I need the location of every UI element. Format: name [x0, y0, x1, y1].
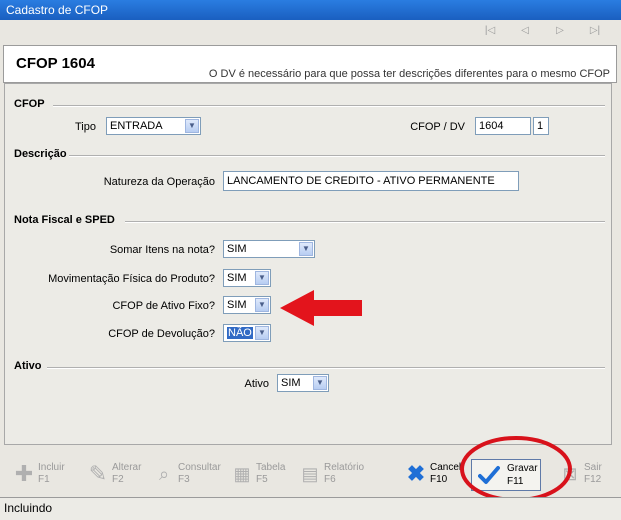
tabela-label: Tabela — [256, 462, 286, 473]
section-nota-fiscal: Nota Fiscal e SPED — [14, 214, 115, 226]
header-panel: CFOP 1604 O DV é necessário para que pos… — [3, 45, 617, 83]
section-cfop: CFOP — [14, 98, 45, 110]
tipo-value: ENTRADA — [110, 120, 163, 132]
cfop-window: Cadastro de CFOP |◁ ◁ ▷ ▷| CFOP 1604 O D… — [0, 0, 621, 520]
tipo-select[interactable]: ENTRADA ▼ — [106, 117, 201, 135]
natureza-label: Natureza da Operação — [103, 176, 215, 188]
relatorio-button[interactable]: ▤ Relatório F6 — [298, 458, 370, 492]
dv-input[interactable]: 1 — [533, 117, 549, 135]
arrow-shape — [280, 290, 362, 326]
tabela-shortcut: F5 — [256, 474, 268, 485]
consultar-shortcut: F3 — [178, 474, 190, 485]
ativo-fixo-select[interactable]: SIM ▼ — [223, 296, 271, 314]
chevron-down-icon[interactable]: ▼ — [299, 242, 313, 256]
sair-label: Sair — [584, 462, 602, 473]
sair-shortcut: F12 — [584, 474, 602, 485]
alterar-shortcut: F2 — [112, 474, 124, 485]
incluir-button[interactable]: ✚ Incluir F1 — [12, 458, 82, 492]
red-circle-annotation — [460, 436, 572, 502]
alterar-button[interactable]: ✎ Alterar F2 — [86, 458, 152, 492]
devolucao-select[interactable]: NÃO ▼ — [223, 324, 271, 342]
search-icon: ⌕ — [158, 464, 170, 484]
plus-icon: ✚ — [14, 461, 34, 486]
table-icon: ▦ — [233, 464, 251, 484]
page-title: CFOP 1604 — [16, 55, 95, 72]
relatorio-shortcut: F6 — [324, 474, 336, 485]
dv-hint: O DV é necessário para que possa ter des… — [208, 68, 610, 80]
next-record-button[interactable]: ▷ — [553, 25, 567, 37]
somar-itens-select[interactable]: SIM ▼ — [223, 240, 315, 258]
ativo-select[interactable]: SIM ▼ — [277, 374, 329, 392]
tabela-button[interactable]: ▦ Tabela F5 — [230, 458, 292, 492]
movimentacao-select[interactable]: SIM ▼ — [223, 269, 271, 287]
devolucao-value: NÃO — [227, 327, 253, 339]
consultar-button[interactable]: ⌕ Consultar F3 — [152, 458, 222, 492]
last-record-button[interactable]: ▷| — [588, 25, 602, 37]
record-navigator: |◁ ◁ ▷ ▷| — [0, 20, 621, 44]
red-arrow-annotation — [280, 290, 362, 326]
cancelar-shortcut: F10 — [430, 474, 448, 485]
somar-itens-value: SIM — [227, 243, 247, 255]
cfop-dv-label: CFOP / DV — [410, 121, 465, 133]
alterar-label: Alterar — [112, 462, 142, 473]
divider — [53, 105, 605, 107]
cancel-x-icon: ✖ — [406, 461, 426, 486]
previous-record-button[interactable]: ◁ — [518, 25, 532, 37]
status-bar: Incluindo — [0, 497, 621, 520]
chevron-down-icon[interactable]: ▼ — [255, 298, 269, 312]
ativo-value: SIM — [281, 377, 301, 389]
ativo-fixo-label: CFOP de Ativo Fixo? — [112, 300, 215, 312]
devolucao-label: CFOP de Devolução? — [108, 328, 215, 340]
circle-shape — [460, 436, 572, 502]
divider — [125, 221, 605, 223]
tipo-label: Tipo — [75, 121, 96, 133]
section-ativo: Ativo — [14, 360, 42, 372]
somar-itens-label: Somar Itens na nota? — [109, 244, 215, 256]
cancelar-button[interactable]: ✖ Cancel F10 — [404, 458, 466, 492]
chevron-down-icon[interactable]: ▼ — [255, 271, 269, 285]
chevron-down-icon[interactable]: ▼ — [185, 119, 199, 133]
window-title: Cadastro de CFOP — [6, 3, 109, 17]
cancelar-label: Cancel — [430, 462, 462, 473]
natureza-input[interactable]: LANCAMENTO DE CREDITO - ATIVO PERMANENTE — [223, 171, 519, 191]
form-panel: CFOP Tipo ENTRADA ▼ CFOP / DV 1604 1 Des… — [4, 83, 612, 445]
consultar-label: Consultar — [178, 462, 221, 473]
divider — [47, 367, 605, 369]
title-bar: Cadastro de CFOP — [0, 0, 621, 20]
chevron-down-icon[interactable]: ▼ — [313, 376, 327, 390]
status-text: Incluindo — [4, 501, 53, 515]
section-descricao: Descrição — [14, 148, 67, 160]
ativo-label: Ativo — [244, 378, 269, 390]
movimentacao-value: SIM — [227, 272, 247, 284]
cfop-input[interactable]: 1604 — [475, 117, 531, 135]
divider — [69, 155, 605, 157]
incluir-shortcut: F1 — [38, 474, 50, 485]
first-record-button[interactable]: |◁ — [483, 25, 497, 37]
incluir-label: Incluir — [38, 462, 65, 473]
ativo-fixo-value: SIM — [227, 299, 247, 311]
chevron-down-icon[interactable]: ▼ — [255, 326, 269, 340]
report-icon: ▤ — [301, 464, 319, 484]
pencil-icon: ✎ — [88, 461, 108, 486]
relatorio-label: Relatório — [324, 462, 365, 473]
movimentacao-label: Movimentação Física do Produto? — [48, 273, 215, 285]
